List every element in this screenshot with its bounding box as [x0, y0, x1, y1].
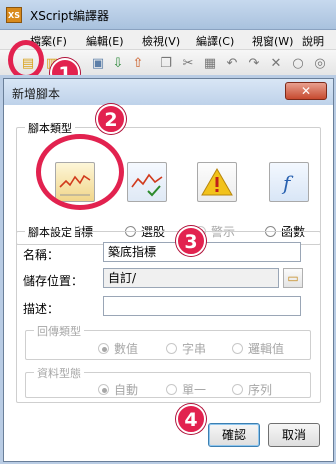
cut-icon[interactable]: ✂	[180, 56, 196, 72]
function-icon[interactable]: f	[269, 162, 309, 202]
save-location-field: 自訂/	[103, 268, 279, 288]
stock-screen-icon[interactable]	[127, 162, 167, 202]
data-series-option: 序列	[232, 381, 272, 398]
name-label: 名稱：	[23, 248, 60, 262]
return-type-group: 回傳類型 數值 字串 邏輯值	[25, 323, 311, 360]
script-settings-group-label: 腳本設定	[25, 224, 75, 240]
annotation-badge-2: 2	[96, 104, 126, 134]
redo-icon[interactable]: ↷	[246, 56, 262, 72]
warning-icon	[197, 162, 237, 202]
new-script-dialog: 新增腳本 ✕ 腳本類型 f 指標 選股 警示 函數 腳本設定 名稱： 築底指標 …	[3, 78, 334, 462]
data-type-label: 資料型態	[34, 365, 84, 381]
app-titlebar: XS XScript編譯器	[0, 0, 336, 30]
import-icon[interactable]: ⇩	[110, 56, 126, 72]
data-auto-dot	[98, 384, 109, 395]
return-string-label: 字串	[182, 342, 207, 356]
annotation-badge-4: 4	[176, 404, 206, 434]
data-type-group: 資料型態 自動 單一 序列	[25, 365, 311, 398]
description-input[interactable]	[103, 296, 301, 316]
annotation-badge-3: 3	[176, 226, 206, 256]
undo-icon[interactable]: ↶	[224, 56, 240, 72]
menu-edit[interactable]: 編輯(E)	[86, 33, 124, 49]
dialog-title: 新增腳本	[12, 87, 61, 101]
export-icon[interactable]: ⇧	[130, 56, 146, 72]
data-single-dot	[166, 384, 177, 395]
data-auto-label: 自動	[114, 383, 139, 397]
data-single-option: 單一	[166, 381, 206, 398]
save-location-label: 儲存位置：	[23, 274, 84, 288]
dialog-close-button[interactable]: ✕	[285, 82, 327, 100]
return-numeric-dot	[98, 343, 109, 354]
data-single-label: 單一	[182, 383, 207, 397]
xscript-logo-icon: XS	[6, 7, 22, 23]
cancel-button[interactable]: 取消	[268, 423, 320, 447]
return-logic-option: 邏輯值	[232, 340, 284, 357]
delete-icon[interactable]: ✕	[268, 56, 284, 72]
data-auto-option: 自動	[98, 381, 138, 398]
svg-text:f: f	[281, 171, 294, 195]
confirm-button[interactable]: 確認	[208, 423, 260, 447]
annotation-ring-2	[36, 134, 124, 210]
save-icon[interactable]: ▣	[90, 56, 106, 72]
script-type-group-label: 腳本類型	[25, 120, 75, 136]
data-series-dot	[232, 384, 243, 395]
return-logic-label: 邏輯值	[248, 342, 285, 356]
app-title: XScript編譯器	[30, 9, 110, 23]
menu-compile[interactable]: 編譯(C)	[196, 33, 234, 49]
script-settings-group: 腳本設定 名稱： 築底指標 儲存位置： 自訂/ ▭ 描述： 回傳類型 數值 字串…	[16, 224, 321, 403]
menu-window[interactable]: 視窗(W)	[252, 33, 293, 49]
replace-icon[interactable]: ◎	[312, 56, 328, 72]
return-string-dot	[166, 343, 177, 354]
menu-bar: 檔案(F) 編輯(E) 檢視(V) 編譯(C) 視窗(W) 說明(H)	[0, 30, 336, 62]
return-type-label: 回傳類型	[34, 323, 84, 339]
search-icon[interactable]: ○	[290, 56, 306, 72]
return-logic-dot	[232, 343, 243, 354]
paste-icon[interactable]: ▦	[202, 56, 218, 72]
return-numeric-label: 數值	[114, 342, 139, 356]
copy-icon[interactable]: ❐	[158, 56, 174, 72]
return-string-option: 字串	[166, 340, 206, 357]
dialog-titlebar[interactable]: 新增腳本 ✕	[4, 79, 333, 105]
description-label: 描述：	[23, 302, 60, 316]
browse-folder-icon[interactable]: ▭	[283, 268, 303, 288]
menu-view[interactable]: 檢視(V)	[142, 33, 180, 49]
data-series-label: 序列	[248, 383, 273, 397]
annotation-ring-1	[8, 40, 44, 80]
return-numeric-option: 數值	[98, 340, 138, 357]
